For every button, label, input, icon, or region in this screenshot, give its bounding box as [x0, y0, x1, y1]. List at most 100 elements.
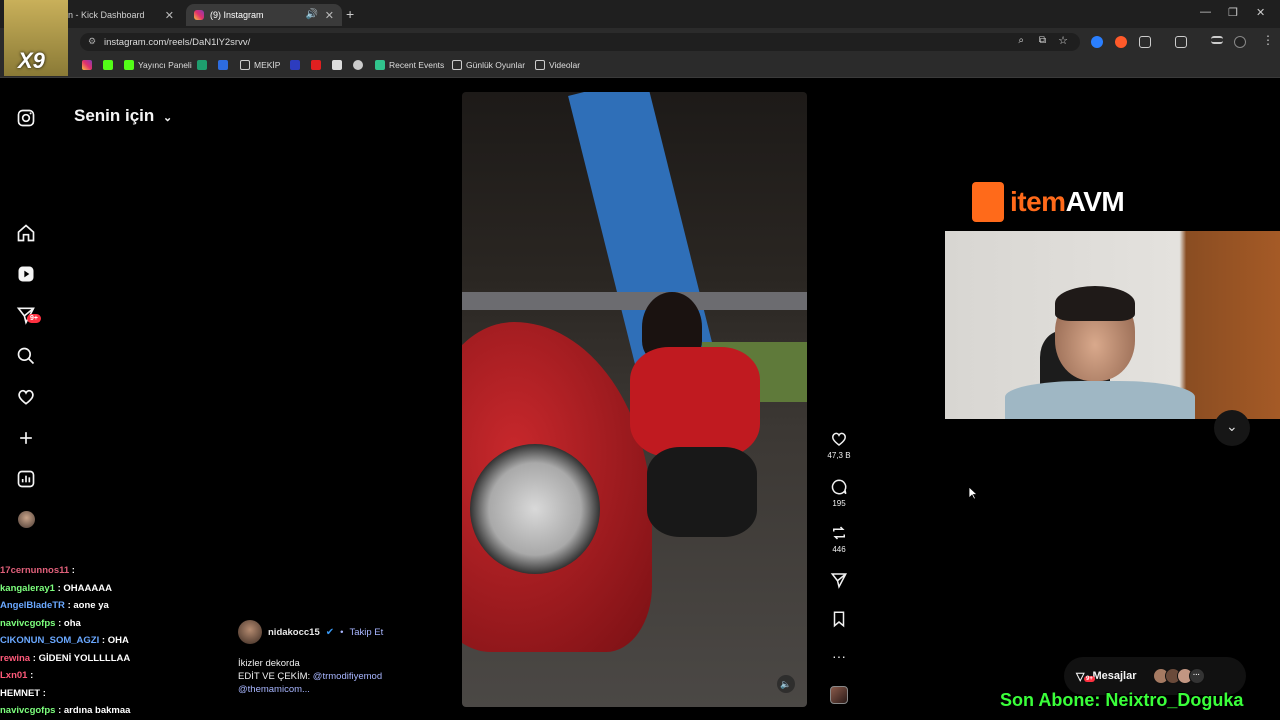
shopping-bag-icon	[972, 182, 1004, 222]
bookmark-label: MEKİP	[254, 60, 281, 70]
address-bar[interactable]: ⚙ instagram.com/reels/DaN1lY2srvv/ ⌕ ⧉ ☆	[80, 33, 1080, 51]
bookmark-icon[interactable]	[218, 60, 228, 70]
bookmark-recent-events[interactable]: Recent Events	[375, 60, 444, 70]
youtube-bookmark-icon[interactable]	[311, 60, 321, 70]
zoom-icon[interactable]: ⌕	[1018, 35, 1024, 46]
chat-message: AngelBladeTR : aone ya	[0, 597, 240, 615]
share-button[interactable]	[822, 571, 856, 592]
owner-username[interactable]: nidakocc15	[268, 627, 320, 638]
url-text: instagram.com/reels/DaN1lY2srvv/	[104, 36, 251, 48]
repost-button[interactable]: 446	[822, 524, 856, 554]
owner-avatar[interactable]	[238, 620, 262, 644]
bookmark-icon[interactable]	[197, 60, 207, 70]
feed-selector[interactable]: Senin için ⌄	[74, 106, 172, 126]
instagram-bookmark-icon[interactable]	[82, 60, 92, 70]
bookmark-icon[interactable]	[290, 60, 300, 70]
feed-title: Senin için	[74, 106, 155, 125]
streamer-tag: X9	[18, 48, 45, 73]
person-legs	[647, 447, 757, 537]
direct-messages-icon: ▽ 9+	[1076, 670, 1095, 683]
restore-icon[interactable]: ❐	[1228, 6, 1238, 19]
kick-icon	[124, 60, 134, 70]
bookmark-icon[interactable]	[332, 60, 342, 70]
minimize-icon[interactable]: —	[1200, 6, 1211, 18]
follow-button[interactable]: Takip Et	[349, 627, 383, 638]
person-shirt	[1005, 381, 1195, 419]
guardrail	[462, 292, 807, 310]
heart-icon[interactable]	[16, 387, 36, 407]
mention-link[interactable]: @trmodifiyemod	[313, 671, 382, 682]
bookmark-videolar[interactable]: Videolar	[535, 60, 580, 70]
comment-button[interactable]: 195	[822, 478, 856, 508]
tab-title: (9) Instagram	[210, 10, 264, 20]
kick-bookmark-icon[interactable]	[103, 60, 113, 70]
save-button[interactable]	[822, 610, 856, 631]
sponsor-logo: itemAVM	[972, 182, 1125, 222]
extension-icon[interactable]	[1115, 36, 1127, 48]
side-panel-icon[interactable]	[1175, 36, 1187, 48]
menu-dots-icon[interactable]: ⋮	[1262, 33, 1274, 47]
install-icon[interactable]: ⧉	[1039, 35, 1046, 46]
chevron-down-icon: ⌄	[163, 112, 173, 124]
speaker-icon[interactable]: 🔊	[306, 9, 318, 20]
new-tab-button[interactable]: +	[346, 6, 354, 22]
dashboard-icon[interactable]	[16, 469, 36, 489]
bookmark-icon[interactable]	[353, 60, 363, 70]
bookmark-label: Günlük Oyunlar	[466, 60, 526, 70]
messages-badge: 9+	[1084, 675, 1095, 682]
chat-text: OHAAAAA	[63, 582, 112, 594]
bookmark-star-icon[interactable]: ☆	[1058, 34, 1068, 47]
chat-text: OHA	[107, 635, 129, 646]
tab-instagram[interactable]: (9) Instagram 🔊 ✕	[186, 4, 342, 26]
mute-toggle-icon[interactable]: 🔈	[777, 675, 795, 693]
streamlabs-icon	[375, 60, 385, 70]
site-info-icon[interactable]: ⚙	[88, 36, 96, 47]
chat-username: 17cernunnos11	[0, 565, 70, 576]
profile-icon[interactable]	[1234, 36, 1246, 48]
mention-link[interactable]: @themamicom...	[238, 683, 438, 696]
chat-message: 17cernunnos11 :	[0, 562, 240, 580]
chat-message: kangaleray1 : OHAAAAA	[0, 580, 240, 598]
more-options-icon[interactable]: ···	[822, 648, 856, 664]
extension-icon[interactable]	[1091, 36, 1103, 48]
chat-text: ardına bakmaa	[63, 705, 131, 716]
notification-badge: 9+	[27, 314, 41, 323]
puzzle-icon[interactable]	[1139, 36, 1151, 48]
chat-username: CIKONUN_SOM_AGZI	[0, 635, 100, 646]
media-controls-icon[interactable]	[1211, 36, 1223, 44]
tab-kick-dashboard[interactable]: n - Kick Dashboard ✕	[60, 4, 182, 26]
verified-icon: ✔	[325, 626, 335, 638]
car-wheel	[470, 444, 600, 574]
caption-prefix: EDİT VE ÇEKİM:	[238, 671, 311, 682]
chat-username: HEMNET	[0, 687, 41, 699]
window-close-icon[interactable]: ✕	[1256, 6, 1265, 19]
create-plus-icon[interactable]	[16, 428, 36, 448]
chat-text: oha	[63, 617, 81, 629]
home-icon[interactable]	[16, 223, 36, 243]
chat-separator: :	[99, 635, 108, 646]
collapse-button[interactable]: ⌄	[1214, 410, 1250, 446]
close-tab-icon[interactable]: ✕	[325, 9, 334, 22]
chat-separator: :	[27, 670, 34, 681]
chat-message: rewina : GİDENİ YOLLLLLAA	[0, 650, 240, 668]
bookmark-mekip[interactable]: MEKİP	[240, 60, 280, 70]
person-hair	[1055, 286, 1135, 321]
audio-thumbnail[interactable]	[830, 686, 848, 704]
profile-avatar[interactable]	[18, 511, 35, 528]
bookmarks-bar	[0, 56, 1280, 78]
instagram-logo-icon[interactable]	[16, 108, 36, 128]
reels-icon[interactable]	[16, 264, 36, 284]
bookmark-label: Yayıncı Paneli	[138, 60, 192, 70]
chat-text: GİDENİ YOLLLLLAA	[38, 652, 131, 664]
bookmark-gunluk-oyunlar[interactable]: Günlük Oyunlar	[452, 60, 525, 70]
search-icon[interactable]	[16, 346, 36, 366]
reel-video[interactable]: 🔈	[462, 92, 807, 707]
close-tab-icon[interactable]: ✕	[165, 9, 174, 22]
chat-message: CIKONUN_SOM_AGZI : OHA	[0, 632, 240, 650]
bookmark-yayinci-paneli[interactable]: Yayıncı Paneli	[124, 60, 192, 70]
chat-username: rewina	[0, 652, 31, 664]
like-button[interactable]: 47,3 B	[822, 430, 856, 460]
chat-message: Lxn01 :	[0, 667, 240, 685]
comment-icon	[831, 479, 847, 495]
folder-icon	[240, 60, 250, 70]
